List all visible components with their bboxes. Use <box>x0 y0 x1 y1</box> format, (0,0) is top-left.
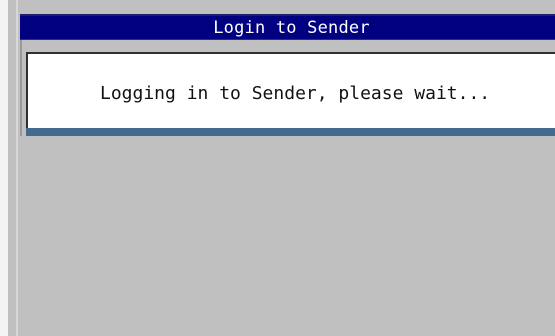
window-title: Login to Sender <box>213 18 370 38</box>
window-frame-line <box>16 0 18 336</box>
window-content-area <box>20 136 555 336</box>
message-panel: Logging in to Sender, please wait... <box>26 52 555 130</box>
login-window: Login to Sender Logging in to Sender, pl… <box>0 0 555 336</box>
loading-message: Logging in to Sender, please wait... <box>100 83 491 104</box>
window-titlebar: Login to Sender <box>20 16 555 40</box>
progress-bar <box>26 128 555 137</box>
